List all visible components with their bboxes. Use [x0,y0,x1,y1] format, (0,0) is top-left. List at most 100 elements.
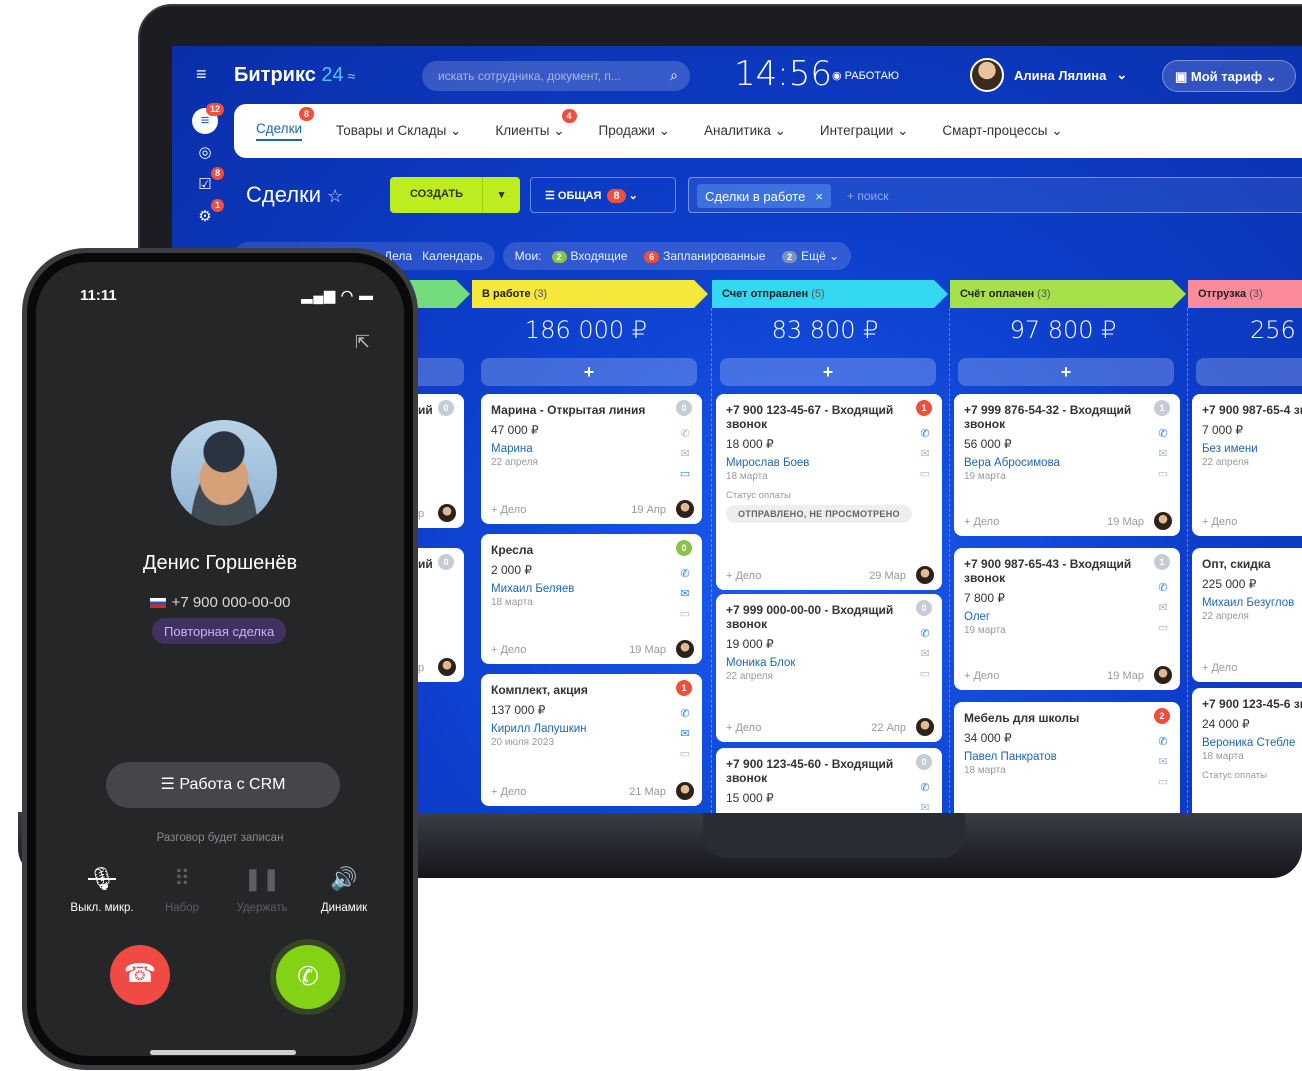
mail-icon[interactable]: ✉ [1156,598,1170,618]
minimize-icon[interactable]: ⇱ [355,332,370,353]
deal-search-field[interactable]: Сделки в работе × + поиск [688,177,1302,213]
column-header-invoice-paid: Счёт оплачен (3) [950,280,1186,308]
speaker-icon: 🔊 [330,866,358,891]
star-icon[interactable]: ☆ [327,186,343,206]
keypad-button[interactable]: ⠿ Набор [137,862,227,914]
chat-icon[interactable]: ▭ [918,464,932,484]
deal-card[interactable]: +7 900 123-45-60 - Входящий звонок 0 15 0… [716,748,942,813]
column-sum: 83 800 ₽ [771,316,879,344]
tab-smart-processes[interactable]: Смарт-процессы ⌄ [942,123,1062,139]
chevron-down-icon[interactable]: ▾ [482,177,520,213]
deal-card[interactable]: Опт, скидка 225 000 ₽ Михаил Безуглов 22 а… [1192,548,1302,682]
tab-clients[interactable]: Клиенты ⌄ 4 [495,109,577,139]
clock: 14:56 [734,54,832,94]
chat-icon[interactable]: ▭ [1156,772,1170,792]
card-actions: ✆ ✉ ▭ [918,624,932,684]
column-header-shipment: Отгрузка (3) [1188,280,1302,308]
call-screen: 11:11 ▂▄▆ ◠ ▬ ⇱ Денис Горшенёв +7 900 00… [36,262,404,1056]
phone-icon[interactable]: ✆ [918,624,932,644]
deal-card[interactable]: Кресла 0 2 000 ₽ Михаил Беляев 18 марта ✆ ✉ ▭… [481,534,702,664]
column-header-in-progress: В работе (3) [472,280,708,308]
deal-tag: Повторная сделка [152,618,287,644]
column-divider [1187,308,1188,813]
deal-card[interactable]: +7 900 987-65-4 звонок 7 000 ₽Без имени2… [1192,394,1302,536]
tariff-button[interactable]: ▣ Мой тариф ⌄ [1162,60,1296,92]
crm-button[interactable]: ☰ Работа с CRM [106,762,340,808]
phone-icon[interactable]: ✆ [1156,424,1170,444]
menu-icon[interactable]: ≡ [196,65,212,83]
filter-chip[interactable]: Сделки в работе × [697,184,831,208]
card-actions: ✆ ✉ ▭ [1156,732,1170,792]
recording-notice: Разговор будет записан [156,832,284,844]
tab-products[interactable]: Товары и Склады ⌄ [336,123,461,139]
deal-card[interactable]: +7 900 987-65-43 - Входящий звонок 1 7 80… [954,548,1180,690]
add-deal-button[interactable] [1196,358,1302,386]
page-title: Сделки ☆ [246,182,344,207]
mail-icon[interactable]: ✉ [1156,444,1170,464]
card-actions: ✆ ✉ ▭ [1156,424,1170,484]
chat-icon[interactable]: ▭ [678,464,692,484]
accept-call-button[interactable]: ✆ [276,945,340,1009]
hold-button[interactable]: ❚❚ Удержать [217,862,307,914]
target-icon[interactable]: ◎ [192,140,218,166]
phone-icon[interactable]: ✆ [678,564,692,584]
speaker-button[interactable]: 🔊 Динамик [299,862,389,914]
chat-icon[interactable]: ▭ [1156,618,1170,638]
end-call-button[interactable]: ☎ [110,945,170,1005]
close-icon[interactable]: × [815,189,823,204]
add-deal-button[interactable]: + [481,358,697,386]
chat-icon[interactable]: ▭ [1156,464,1170,484]
status-badge[interactable]: ОТПРАВЛЕНО, НЕ ПРОСМОТРЕНО [726,505,912,523]
caller-name: Денис Горшенёв [142,552,298,574]
work-status[interactable]: ◉ РАБОТАЮ [832,69,899,82]
tab-integrations[interactable]: Интеграции ⌄ [820,123,909,139]
phone-icon[interactable]: ✆ [678,704,692,724]
deal-card[interactable]: Марина - Открытая линия 0 47 000 ₽ Марина 2… [481,394,702,524]
create-button[interactable]: СОЗДАТЬ ▾ [390,177,520,213]
phone-icon[interactable]: ✆ [1156,732,1170,752]
avatar [676,640,694,658]
phone-icon[interactable]: ✆ [1156,578,1170,598]
add-deal-button[interactable]: + [958,358,1174,386]
chat-icon[interactable]: ▭ [678,604,692,624]
deal-card[interactable]: +7 999 876-54-32 - Входящий звонок 1 56 0… [954,394,1180,536]
card-actions: ✆ ✉ [918,778,932,813]
deal-card[interactable]: +7 900 123-45-67 - Входящий звонок 1 18 0… [716,394,942,590]
deal-card[interactable]: Мебель для школы 2 34 000 ₽ Павел Панкрато… [954,702,1180,813]
user-menu[interactable]: Алина Лялина ⌄ [970,58,1127,92]
app-logo[interactable]: Битрикс 24 ≈ [234,64,355,87]
mail-icon[interactable]: ✉ [678,444,692,464]
chat-icon[interactable]: ▭ [678,744,692,764]
caller-avatar [171,420,277,526]
avatar [438,504,456,522]
mail-icon[interactable]: ✉ [918,644,932,664]
column-header-invoice-sent: Счет отправлен (5) [712,280,948,308]
mail-icon[interactable]: ✉ [918,444,932,464]
checklist-icon[interactable]: ☑ 8 [192,167,224,198]
deal-card[interactable]: +7 999 000-00-00 - Входящий звонок 0 19 0… [716,594,942,742]
mail-icon[interactable]: ✉ [1156,752,1170,772]
laptop-notch [703,812,965,858]
chat-icon[interactable]: ▭ [918,664,932,684]
phone-icon[interactable]: ✆ [918,424,932,444]
phone-icon[interactable]: ✆ [918,778,932,798]
add-deal-button[interactable]: + [720,358,936,386]
tab-sales[interactable]: Продажи ⌄ [599,123,670,139]
flow-icon[interactable]: ⚙ 1 [192,199,224,230]
mail-icon[interactable]: ✉ [918,798,932,813]
global-search-input[interactable]: искать сотрудника, документ, п... ⌕ [422,61,690,91]
filter-icon[interactable]: ≡ 12 [192,103,224,134]
deal-card[interactable]: Комплект, акция 1 137 000 ₽ Кирилл Лапушки… [481,674,702,806]
filter-button[interactable]: ☰ ОБЩАЯ 8 ⌄ [530,177,676,213]
mail-icon[interactable]: ✉ [678,724,692,744]
tab-deals[interactable]: Сделки 8 [256,107,315,141]
mute-button[interactable]: 🎙 Выкл. микр. [57,862,147,914]
deal-card[interactable]: +7 900 123-45-6 звонок 24 000 ₽Вероника … [1192,688,1302,813]
tab-analytics[interactable]: Аналитика ⌄ [704,123,786,139]
phone-icon[interactable]: ✆ [678,424,692,444]
my-filters[interactable]: Мои: 2 Входящие 6 Запланированные 2 Ещё ⌄ [502,242,852,270]
mail-icon[interactable]: ✉ [678,584,692,604]
search-icon[interactable]: ⌕ [670,67,678,84]
avatar [676,500,694,518]
left-rail: ≡ 12 ◎ ☑ 8 ⚙ 1 [192,103,224,236]
